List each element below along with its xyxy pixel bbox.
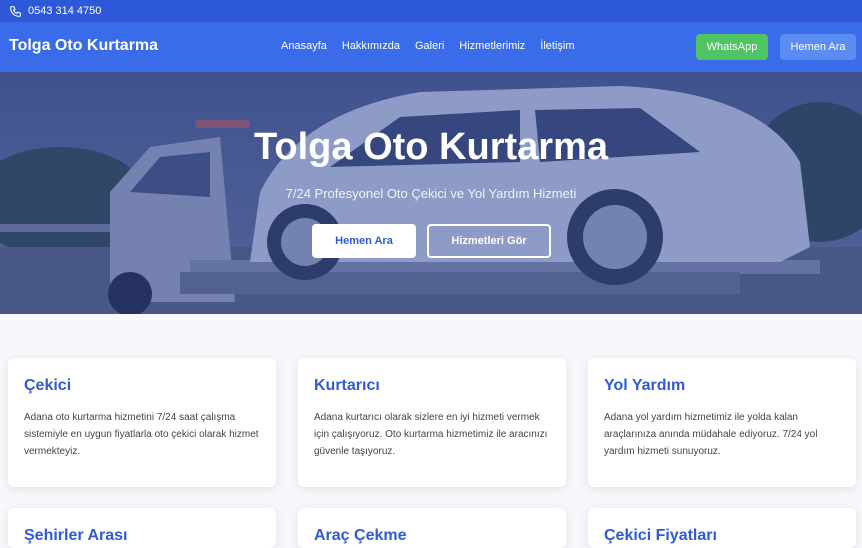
service-card-kurtarici[interactable]: Kurtarıcı Adana kurtarıcı olarak sizlere… (298, 358, 566, 487)
whatsapp-button[interactable]: WhatsApp (696, 34, 768, 60)
nav-link-gallery[interactable]: Galeri (415, 40, 444, 52)
nav-link-services[interactable]: Hizmetlerimiz (459, 40, 525, 52)
nav-link-home[interactable]: Anasayfa (281, 40, 327, 52)
service-card-cekici[interactable]: Çekici Adana oto kurtarma hizmetini 7/24… (8, 358, 276, 487)
phone-icon (9, 5, 22, 18)
hero-call-button[interactable]: Hemen Ara (312, 224, 416, 258)
hero-subtitle: 7/24 Profesyonel Oto Çekici ve Yol Yardı… (285, 186, 577, 201)
nav-link-contact[interactable]: İletişim (540, 40, 574, 52)
hero-services-button[interactable]: Hizmetleri Gör (427, 224, 551, 258)
top-contact-bar: 0543 314 4750 (0, 0, 862, 22)
service-card-sehirler-arasi[interactable]: Şehirler Arası (8, 508, 276, 548)
service-card-text: Adana oto kurtarma hizmetini 7/24 saat ç… (24, 412, 259, 457)
service-card-title: Şehirler Arası (24, 527, 128, 544)
service-card-title: Çekici (24, 377, 72, 394)
nav-link-about[interactable]: Hakkımızda (342, 40, 400, 52)
service-card-arac-cekme[interactable]: Araç Çekme (298, 508, 566, 548)
service-card-text: Adana kurtarıcı olarak sizlere en iyi hi… (314, 412, 548, 457)
site-logo[interactable]: Tolga Oto Kurtarma (9, 37, 158, 55)
hero-title: Tolga Oto Kurtarma (254, 126, 608, 168)
phone-number-link[interactable]: 0543 314 4750 (28, 5, 101, 17)
main-navbar: Tolga Oto Kurtarma Anasayfa Hakkımızda G… (0, 22, 862, 72)
call-now-nav-button[interactable]: Hemen Ara (780, 34, 856, 60)
service-card-title: Çekici Fiyatları (604, 527, 717, 544)
service-card-title: Araç Çekme (314, 527, 407, 544)
nav-links: Anasayfa Hakkımızda Galeri Hizmetlerimiz… (281, 40, 575, 52)
hero-section: Tolga Oto Kurtarma 7/24 Profesyonel Oto … (0, 72, 862, 314)
service-card-title: Yol Yardım (604, 377, 686, 394)
service-card-title: Kurtarıcı (314, 377, 380, 394)
service-card-cekici-fiyatlari[interactable]: Çekici Fiyatları (588, 508, 856, 548)
service-card-text: Adana yol yardım hizmetimiz ile yolda ka… (604, 412, 818, 457)
service-card-yol-yardim[interactable]: Yol Yardım Adana yol yardım hizmetimiz i… (588, 358, 856, 487)
